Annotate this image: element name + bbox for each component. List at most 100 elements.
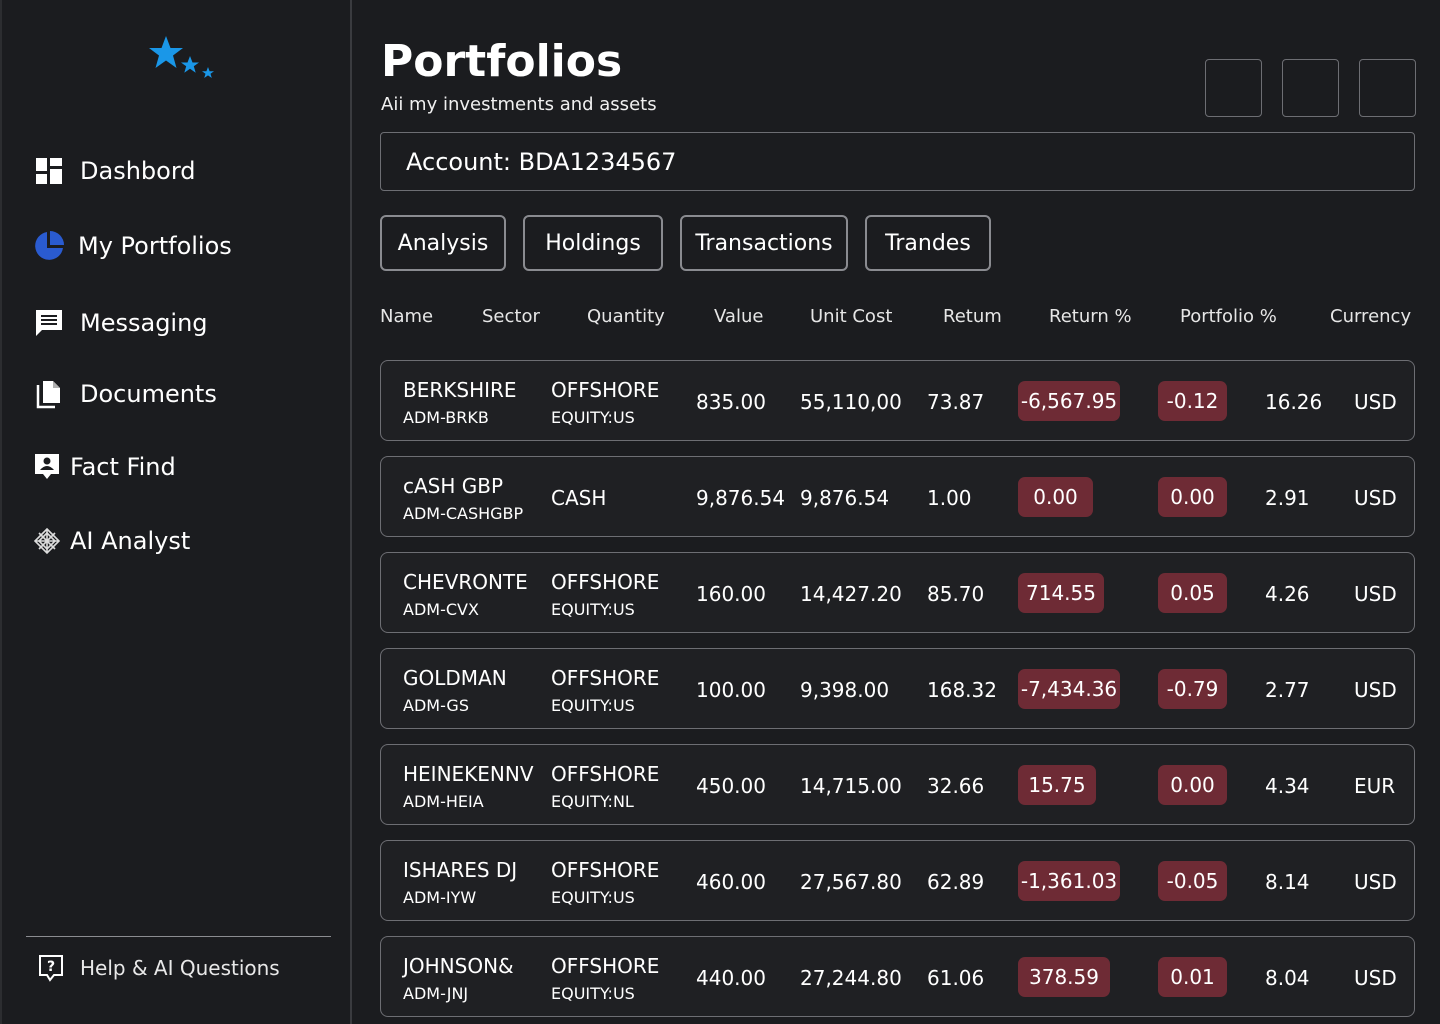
column-header-unit-cost[interactable]: Unit Cost [810, 306, 892, 327]
holding-sector-sub: EQUITY:US [551, 600, 635, 619]
tab-transactions[interactable]: Transactions [680, 215, 848, 271]
holding-currency: USD [1354, 582, 1397, 606]
holding-row[interactable]: ISHARES DJ ADM-IYW OFFSHORE EQUITY:US 46… [380, 840, 1415, 921]
holding-currency: USD [1354, 966, 1397, 990]
column-header-return[interactable]: Retum [943, 306, 1002, 327]
help-label: Help & AI Questions [80, 956, 280, 980]
account-label: Account: BDA1234567 [406, 147, 677, 176]
nav-item-fact-find[interactable]: Fact Find [32, 447, 176, 487]
tab-label: Transactions [695, 230, 833, 256]
tab-trades[interactable]: Trandes [865, 215, 991, 271]
holding-unit-cost: 168.32 [927, 678, 997, 702]
nav-item-my-portfolios[interactable]: My Portfolios [32, 226, 232, 266]
nav-label: Fact Find [70, 453, 176, 481]
nav-item-ai-analyst[interactable]: AI Analyst [32, 521, 190, 561]
tab-holdings[interactable]: Holdings [523, 215, 663, 271]
holding-sector-sub: EQUITY:US [551, 984, 635, 1003]
holding-value: 14,715.00 [800, 774, 902, 798]
column-header-currency[interactable]: Currency [1330, 306, 1411, 327]
documents-icon [32, 377, 66, 411]
holding-code: ADM-BRKB [403, 408, 489, 427]
header-action-button-3[interactable] [1359, 59, 1416, 117]
holding-currency: USD [1354, 390, 1397, 414]
holding-row[interactable]: cASH GBP ADM-CASHGBP CASH 9,876.54 9,876… [380, 456, 1415, 537]
nav-label: Dashbord [80, 157, 196, 185]
holding-unit-cost: 73.87 [927, 390, 985, 414]
tab-analysis[interactable]: Analysis [380, 215, 506, 271]
header-action-button-2[interactable] [1282, 59, 1339, 117]
holding-row[interactable]: GOLDMAN ADM-GS OFFSHORE EQUITY:US 100.00… [380, 648, 1415, 729]
holding-row[interactable]: JOHNSON& ADM-JNJ OFFSHORE EQUITY:US 440.… [380, 936, 1415, 1017]
page-title: Portfolios [381, 36, 623, 87]
holding-value: 55,110,00 [800, 390, 902, 414]
return-pct-badge: 0.05 [1158, 573, 1227, 613]
message-icon [32, 306, 66, 340]
holding-value: 14,427.20 [800, 582, 902, 606]
column-header-quantity[interactable]: Quantity [587, 306, 665, 327]
holding-currency: EUR [1354, 774, 1396, 798]
holding-value: 27,244.80 [800, 966, 902, 990]
help-link[interactable]: ? Help & AI Questions [36, 953, 280, 983]
holding-code: ADM-HEIA [403, 792, 484, 811]
holding-unit-cost: 1.00 [927, 486, 972, 510]
holding-name: BERKSHIRE [403, 378, 517, 402]
return-pct-badge: 0.01 [1158, 957, 1227, 997]
account-selector[interactable]: Account: BDA1234567 [380, 132, 1415, 191]
holding-quantity: 9,876.54 [696, 486, 786, 510]
holding-sector-sub: EQUITY:NL [551, 792, 634, 811]
holding-row[interactable]: HEINEKENNV ADM-HEIA OFFSHORE EQUITY:NL 4… [380, 744, 1415, 825]
return-badge: -6,567.95 [1018, 381, 1120, 421]
holding-code: ADM-CVX [403, 600, 479, 619]
holding-value: 9,398.00 [800, 678, 890, 702]
header-action-button-1[interactable] [1205, 59, 1262, 117]
holding-code: ADM-CASHGBP [403, 504, 524, 523]
holding-sector: OFFSHORE [551, 762, 660, 786]
holding-sector: CASH [551, 486, 607, 510]
holding-sector-sub: EQUITY:US [551, 408, 635, 427]
holding-code: ADM-GS [403, 696, 469, 715]
holding-name: CHEVRONTE [403, 570, 528, 594]
holding-row[interactable]: CHEVRONTE ADM-CVX OFFSHORE EQUITY:US 160… [380, 552, 1415, 633]
svg-text:?: ? [47, 959, 55, 975]
column-header-return-pct[interactable]: Return % [1049, 306, 1132, 327]
holding-sector-sub: EQUITY:US [551, 696, 635, 715]
holding-sector: OFFSHORE [551, 378, 660, 402]
nav-item-documents[interactable]: Documents [32, 374, 217, 414]
tab-label: Trandes [885, 230, 971, 256]
return-pct-badge: -0.05 [1158, 861, 1227, 901]
holding-quantity: 440.00 [696, 966, 766, 990]
holding-name: JOHNSON& [403, 954, 514, 978]
column-header-name[interactable]: Name [380, 306, 433, 327]
holding-sector: OFFSHORE [551, 666, 660, 690]
return-pct-badge: 0.00 [1158, 477, 1227, 517]
nav-label: My Portfolios [78, 232, 232, 260]
holding-currency: USD [1354, 870, 1397, 894]
contact-card-icon [32, 450, 62, 484]
holding-currency: USD [1354, 678, 1397, 702]
nav-item-messaging[interactable]: Messaging [32, 303, 208, 343]
column-header-portfolio-pct[interactable]: Portfolio % [1180, 306, 1277, 327]
return-pct-badge: 0.00 [1158, 765, 1227, 805]
return-badge: 0.00 [1018, 477, 1093, 517]
holding-unit-cost: 61.06 [927, 966, 985, 990]
nav-label: Messaging [80, 309, 208, 337]
return-badge: -7,434.36 [1018, 669, 1120, 709]
holding-quantity: 835.00 [696, 390, 766, 414]
tab-label: Holdings [545, 230, 641, 256]
return-pct-badge: -0.12 [1158, 381, 1227, 421]
ai-chip-icon [32, 524, 62, 558]
tab-label: Analysis [397, 230, 489, 256]
holding-unit-cost: 32.66 [927, 774, 985, 798]
help-question-icon: ? [36, 953, 66, 983]
return-badge: -1,361.03 [1018, 861, 1120, 901]
return-pct-badge: -0.79 [1158, 669, 1227, 709]
nav-item-dashboard[interactable]: Dashbord [32, 151, 196, 191]
return-badge: 714.55 [1018, 573, 1104, 613]
column-header-sector[interactable]: Sector [482, 306, 540, 327]
page-subtitle: Aii my investments and assets [381, 94, 657, 115]
column-header-value[interactable]: Value [714, 306, 763, 327]
sidebar: Dashbord My Portfolios Messaging Documen… [0, 0, 352, 1024]
holding-row[interactable]: BERKSHIRE ADM-BRKB OFFSHORE EQUITY:US 83… [380, 360, 1415, 441]
holding-code: ADM-IYW [403, 888, 477, 907]
stars-logo-icon [149, 36, 214, 78]
